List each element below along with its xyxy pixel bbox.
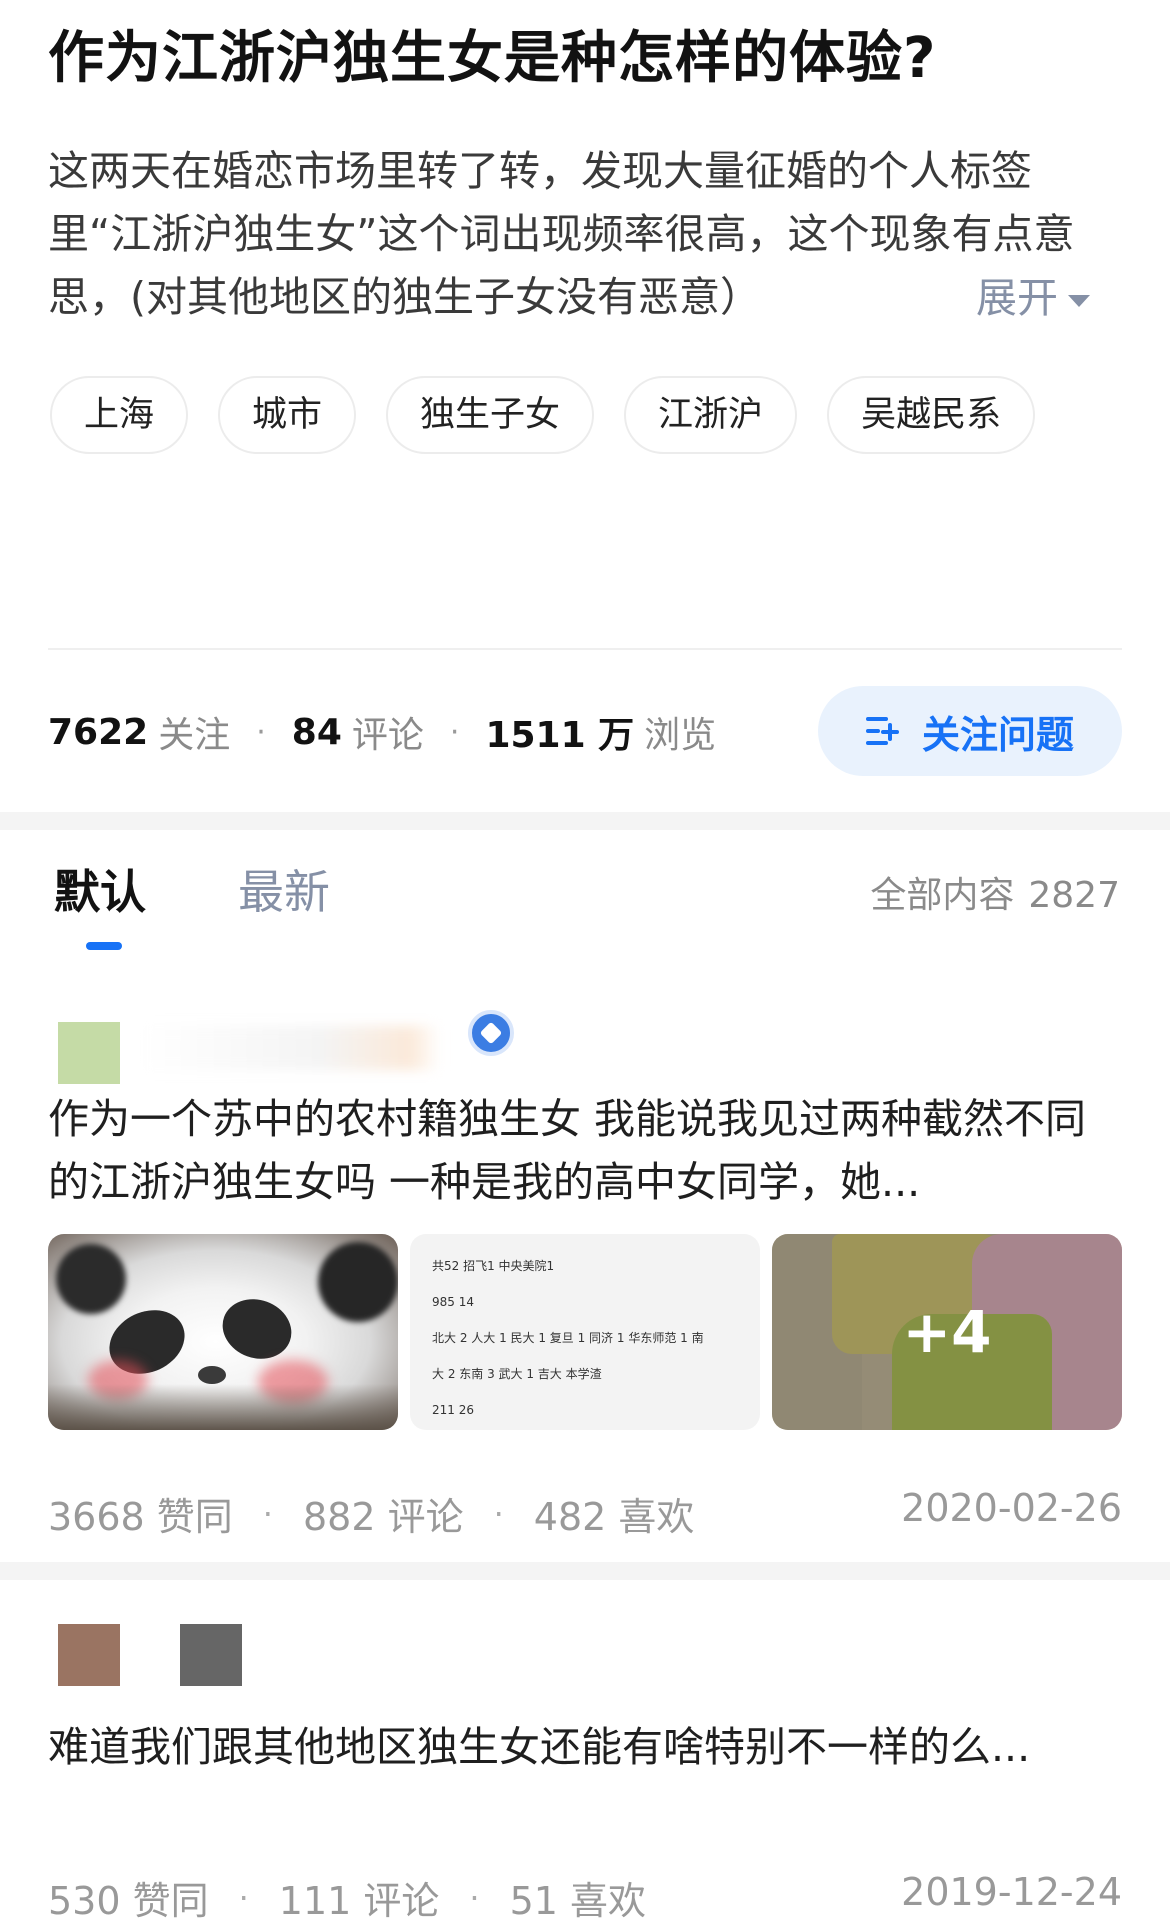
image-text-line: 985 14 <box>432 1295 474 1309</box>
topic-tag[interactable]: 上海 <box>50 376 189 454</box>
active-tab-indicator <box>86 942 122 950</box>
answer-image-map[interactable]: +4 <box>772 1234 1122 1430</box>
views-label: 浏览 <box>644 715 717 756</box>
answer-image-text-screenshot[interactable]: 共52 招飞1 中央美院1 985 14 北大 2 人大 1 民大 1 复旦 1… <box>410 1234 760 1430</box>
section-gap <box>0 812 1170 830</box>
total-content-number: 2827 <box>1028 875 1120 916</box>
total-content-label: 全部内容 <box>870 875 1015 916</box>
follow-question-button[interactable]: 关注问题 <box>818 686 1122 776</box>
follow-list-icon <box>865 715 902 747</box>
comments-label[interactable]: 评论 <box>352 706 424 758</box>
like-count[interactable]: 482 喜欢 <box>534 1486 695 1541</box>
agree-count[interactable]: 3668 赞同 <box>48 1486 233 1541</box>
followers-count: 7622 <box>48 711 149 753</box>
topic-tag[interactable]: 吴越民系 <box>827 376 1036 454</box>
answer-meta: 3668 赞同 · 882 评论 · 482 喜欢 <box>48 1486 694 1541</box>
total-content-count: 全部内容 2827 <box>870 866 1120 918</box>
image-text-line: 北大 2 人大 1 民大 1 复旦 1 同济 1 华东师范 1 南 <box>432 1331 704 1345</box>
comment-count[interactable]: 882 评论 <box>303 1486 464 1541</box>
answer-card[interactable]: 难道我们跟其他地区独生女还能有啥特别不一样的么... 530 赞同 · 111 … <box>0 1580 1170 1928</box>
avatar[interactable] <box>58 1022 120 1084</box>
answer-images: 共52 招飞1 中央美院1 985 14 北大 2 人大 1 民大 1 复旦 1… <box>48 1234 1122 1430</box>
topic-tag[interactable]: 独生子女 <box>386 376 595 454</box>
author-name-blurred[interactable] <box>140 1026 440 1070</box>
tab-default[interactable]: 默认 <box>54 856 146 922</box>
topic-tag[interactable]: 江浙沪 <box>624 376 798 454</box>
separator-dot: · <box>469 1878 480 1917</box>
description-fade <box>770 266 970 330</box>
more-images-count: +4 <box>902 1298 992 1366</box>
answer-excerpt[interactable]: 作为一个苏中的农村籍独生女 我能说我见过两种截然不同的江浙沪独生女吗 一种是我的… <box>48 1088 1122 1214</box>
expand-label: 展开 <box>976 274 1058 322</box>
question-title[interactable]: 作为江浙沪独生女是种怎样的体验? <box>48 22 1128 96</box>
topic-tags: 上海 城市 独生子女 江浙沪 吴越民系 <box>50 376 1036 454</box>
answer-date: 2020-02-26 <box>901 1486 1122 1530</box>
topic-tag[interactable]: 城市 <box>218 376 357 454</box>
answer-excerpt[interactable]: 难道我们跟其他地区独生女还能有啥特别不一样的么... <box>48 1716 1122 1779</box>
avatar[interactable] <box>58 1624 120 1686</box>
answer-card[interactable]: 作为一个苏中的农村籍独生女 我能说我见过两种截然不同的江浙沪独生女吗 一种是我的… <box>0 980 1170 1562</box>
sort-tabs: 默认 最新 全部内容 2827 <box>0 830 1170 980</box>
image-text-line: 大 2 东南 3 武大 1 吉大 本学渣 <box>432 1367 602 1381</box>
like-count[interactable]: 51 喜欢 <box>510 1870 646 1925</box>
separator-dot: · <box>262 1494 273 1533</box>
views-count: 1511 万 <box>485 715 635 756</box>
followers-label: 关注 <box>158 715 231 756</box>
section-gap <box>0 1562 1170 1580</box>
answer-date: 2019-12-24 <box>901 1870 1122 1914</box>
expand-button[interactable]: 展开 <box>976 268 1090 328</box>
caret-down-icon <box>1068 295 1090 307</box>
separator-dot: · <box>449 714 460 750</box>
image-text-line: 211 26 <box>432 1403 474 1417</box>
author-name-blurred[interactable] <box>180 1624 242 1686</box>
agree-count[interactable]: 530 赞同 <box>48 1870 209 1925</box>
answer-meta: 530 赞同 · 111 评论 · 51 喜欢 <box>48 1870 646 1925</box>
question-stats: 7622 关注 · 84 评论 · 1511 万 浏览 <box>48 706 716 758</box>
image-text-line: 共52 招飞1 中央美院1 <box>432 1259 555 1273</box>
comments-count[interactable]: 84 <box>292 712 342 753</box>
divider <box>48 648 1122 650</box>
separator-dot: · <box>493 1494 504 1533</box>
answer-image-panda[interactable] <box>48 1234 398 1430</box>
question-header: 作为江浙沪独生女是种怎样的体验? 这两天在婚恋市场里转了转，发现大量征婚的个人标… <box>0 0 1170 812</box>
separator-dot: · <box>238 1878 249 1917</box>
tab-latest[interactable]: 最新 <box>238 856 330 922</box>
comment-count[interactable]: 111 评论 <box>279 1870 440 1925</box>
follow-question-label: 关注问题 <box>921 712 1074 757</box>
verified-badge-icon <box>468 1010 514 1056</box>
separator-dot: · <box>256 714 266 750</box>
